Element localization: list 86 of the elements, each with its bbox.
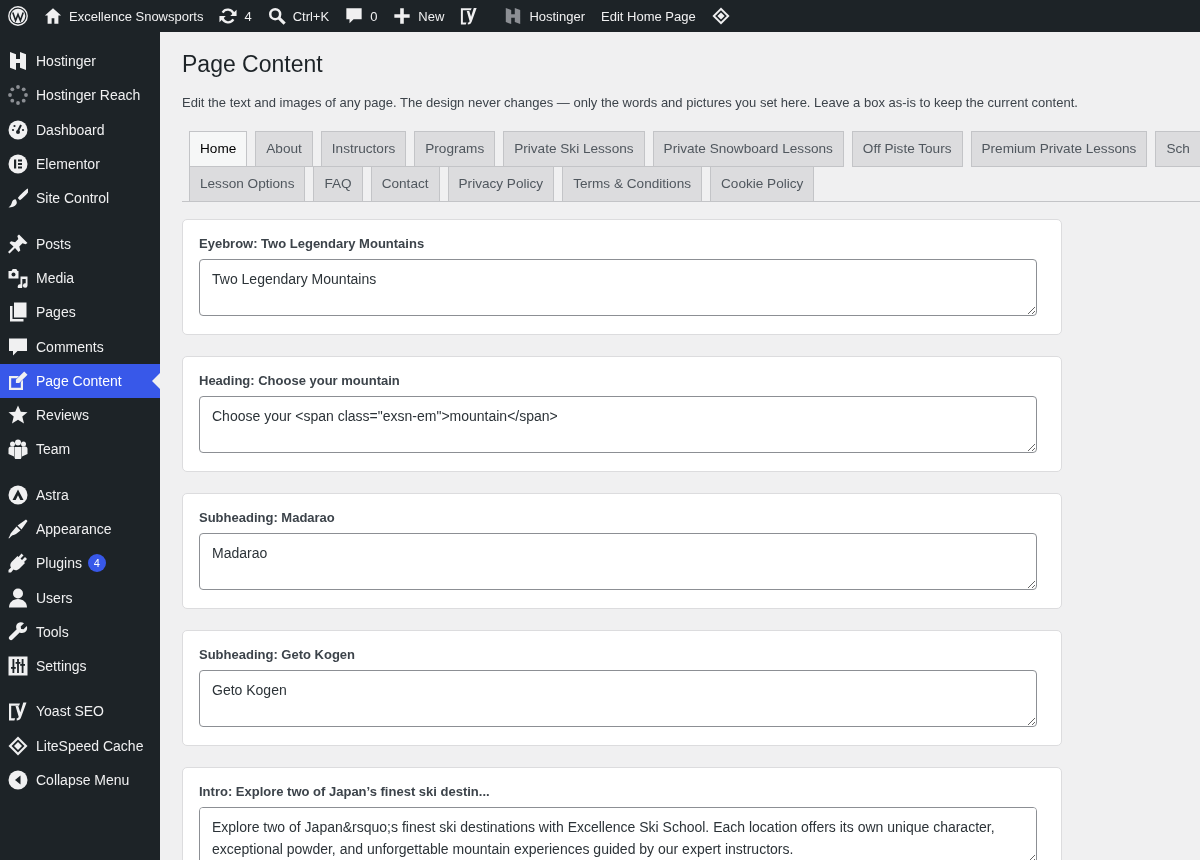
- pushpin-icon: [8, 233, 28, 254]
- h-logo-icon: [8, 51, 28, 72]
- circle-w-logo-icon[interactable]: [8, 6, 28, 26]
- page-tab[interactable]: Contact: [370, 166, 440, 202]
- dotted-ring-icon: [8, 85, 28, 106]
- update-count-badge: 4: [87, 554, 106, 573]
- page-tab[interactable]: Private Ski Lessons: [503, 131, 645, 167]
- page-tab[interactable]: Privacy Policy: [447, 166, 555, 202]
- text-field[interactable]: Geto Kogen: [199, 670, 1037, 727]
- y-logo-icon[interactable]: [460, 7, 479, 25]
- text-field[interactable]: Explore two of Japan&rsquo;s finest ski destinations with Excellence Ski School. Each location offers its own unique character, exceptional powder, and unforgettable mountain experiences guided by our expert instructors.: [199, 807, 1037, 860]
- text-field[interactable]: Two Legendary Mountains: [199, 259, 1037, 316]
- sidebar-menu-item[interactable]: Dashboard: [0, 112, 160, 147]
- people-icon: [8, 439, 28, 460]
- sidebar-menu-item[interactable]: Pages: [0, 295, 160, 330]
- plug-icon: [8, 553, 28, 574]
- field-label: Heading: Choose your mountain: [199, 372, 401, 390]
- gauge-icon: [8, 119, 28, 140]
- diamond-logo-icon[interactable]: [711, 7, 730, 25]
- text-field[interactable]: Choose your <span class="exsn-em">mountain</span>: [199, 396, 1037, 453]
- search-link[interactable]: Ctrl+K: [259, 0, 338, 32]
- sidebar-menu-item[interactable]: Comments: [0, 329, 160, 364]
- brush-icon: [8, 188, 28, 209]
- field-label: Eyebrow: Two Legendary Mountains: [199, 235, 426, 253]
- circle-a-logo-icon: [8, 484, 28, 505]
- star-icon: [8, 405, 28, 426]
- speech-bubble-icon: [345, 7, 364, 25]
- site-name-link[interactable]: Excellence Snowsports: [36, 0, 212, 32]
- edit-page-link[interactable]: Edit Home Page: [593, 0, 704, 32]
- user-icon: [8, 587, 28, 608]
- field-label: Subheading: Geto Kogen: [199, 646, 356, 664]
- edit-page-icon: [8, 370, 28, 391]
- home-icon: [44, 7, 62, 25]
- field-label: Subheading: Madarao: [199, 509, 336, 527]
- sidebar-menu-item[interactable]: Astra: [0, 477, 160, 512]
- current-item-pointer-icon: [152, 372, 160, 389]
- page-tab[interactable]: Programs: [414, 131, 496, 167]
- sidebar-menu-item[interactable]: Plugins 4: [0, 546, 160, 581]
- page-tab[interactable]: Sch: [1155, 131, 1200, 167]
- page-tab[interactable]: Terms & Conditions: [562, 166, 702, 202]
- camera-note-icon: [8, 267, 28, 288]
- field-label: Intro: Explore two of Japan’s finest ski destin...: [199, 783, 491, 801]
- refresh-icon: [219, 7, 238, 25]
- updates-link[interactable]: 4: [211, 0, 260, 32]
- sidebar-menu-item[interactable]: Users: [0, 580, 160, 615]
- sidebar-menu-item[interactable]: Posts: [0, 226, 160, 261]
- page-description: Edit the text and images of any page. The design never changes — only the words and pictures you set here. Leave a box as-is to keep the current content.: [182, 94, 1079, 112]
- sidebar-menu-item[interactable]: Yoast SEO: [0, 694, 160, 729]
- sidebar-menu-item[interactable]: Hostinger: [0, 44, 160, 79]
- collapse-menu-button[interactable]: Collapse Menu: [0, 762, 160, 798]
- sliders-icon: [8, 656, 28, 677]
- search-icon: [267, 7, 286, 25]
- sidebar-menu-item[interactable]: Team: [0, 432, 160, 467]
- text-field[interactable]: Madarao: [199, 533, 1037, 590]
- circle-e-logo-icon: [8, 154, 28, 175]
- page-title: Page Content: [182, 50, 324, 79]
- y-logo-icon: [8, 701, 28, 722]
- sidebar-menu-item[interactable]: Elementor: [0, 146, 160, 182]
- page-tab[interactable]: Premium Private Lessons: [970, 131, 1148, 167]
- comments-link[interactable]: 0: [337, 0, 386, 32]
- sidebar-menu-item[interactable]: Tools: [0, 614, 160, 650]
- sidebar-menu-item[interactable]: Hostinger Reach: [0, 78, 160, 113]
- page-tab[interactable]: Cookie Policy: [710, 166, 815, 202]
- sidebar-menu-item[interactable]: Media: [0, 260, 160, 296]
- page-tab[interactable]: About: [255, 131, 313, 167]
- plus-icon: [393, 7, 412, 25]
- h-logo-icon: [504, 7, 523, 25]
- sidebar-menu-item[interactable]: Site Control: [0, 181, 160, 216]
- page-tab[interactable]: Private Snowboard Lessons: [652, 131, 844, 167]
- page-tab[interactable]: Instructors: [320, 131, 407, 167]
- sidebar-menu-item[interactable]: Appearance: [0, 511, 160, 547]
- sidebar-menu-item[interactable]: LiteSpeed Cache: [0, 728, 160, 763]
- paintbrush-icon: [8, 519, 28, 539]
- stacked-pages-icon: [8, 302, 28, 323]
- page-tab[interactable]: Lesson Options: [189, 166, 306, 202]
- page-tab[interactable]: Home: [189, 131, 248, 167]
- sidebar-menu-item[interactable]: Settings: [0, 649, 160, 684]
- page-tab[interactable]: FAQ: [313, 166, 363, 202]
- page-tab[interactable]: Off Piste Tours: [851, 131, 963, 167]
- new-content-link[interactable]: New: [385, 0, 453, 32]
- hostinger-link[interactable]: Hostinger: [496, 0, 593, 32]
- diamond-logo-icon: [8, 735, 28, 756]
- speech-bubble-icon: [8, 336, 28, 357]
- wrench-icon: [8, 621, 28, 642]
- sidebar-menu-item[interactable]: Reviews: [0, 397, 160, 433]
- sidebar-menu-item[interactable]: Page Content: [0, 363, 160, 398]
